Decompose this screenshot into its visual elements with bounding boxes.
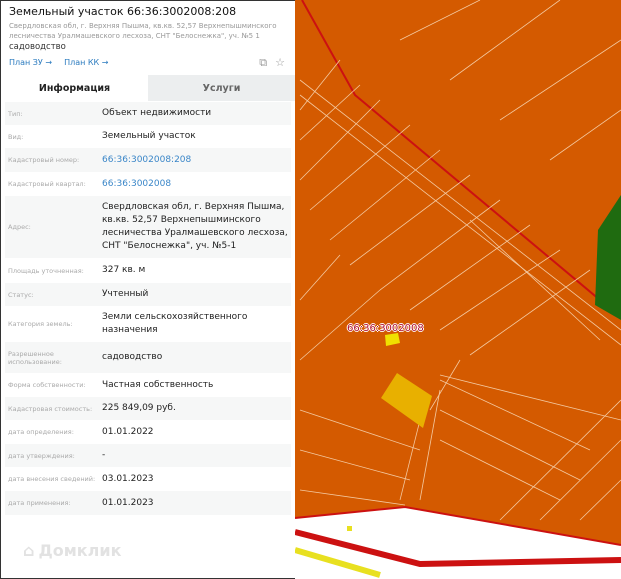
info-row: дата применения: 01.01.2023 <box>5 491 291 515</box>
row-label: Статус: <box>8 290 34 299</box>
row-value: 225 849,09 руб. <box>102 403 176 413</box>
tab-info[interactable]: Информация <box>1 75 148 101</box>
row-label: Кадастровый номер: <box>8 156 80 164</box>
info-row: Категория земель: Земли сельскохозяйствен… <box>5 306 291 342</box>
row-value: 01.01.2023 <box>102 497 154 508</box>
row-value: 01.01.2022 <box>102 426 154 437</box>
info-panel: Земельный участок 66:36:3002008:208 Свер… <box>0 0 295 579</box>
info-row: Адрес: Свердловская обл, г. Верхняя Пышма… <box>5 196 291 258</box>
row-label: Адрес: <box>8 223 31 231</box>
row-label: Кадастровый квартал: <box>8 180 86 188</box>
row-value: садоводство <box>102 352 163 362</box>
row-label: дата применения: <box>8 499 71 507</box>
row-value: Земли сельскохозяйственного назначения <box>102 312 248 335</box>
row-label: дата определения: <box>8 428 74 436</box>
info-row: Площадь уточненная: 327 кв. м <box>5 258 291 283</box>
search-document-icon[interactable]: ⧉ <box>259 56 267 70</box>
row-value: 03.01.2023 <box>102 473 154 484</box>
info-row: Тип: Объект недвижимости <box>5 102 291 125</box>
row-label: Вид: <box>8 132 24 141</box>
star-icon[interactable]: ☆ <box>275 56 285 70</box>
panel-title: Земельный участок 66:36:3002008:208 <box>9 5 237 18</box>
row-label: дата утверждения: <box>8 451 75 460</box>
row-value: Земельный участок <box>102 131 196 141</box>
quarter-label: 66:36:3002008 <box>347 323 424 334</box>
row-value[interactable]: 66:36:3002008 <box>102 178 291 191</box>
row-value: 327 кв. м <box>102 265 146 275</box>
row-value: Объект недвижимости <box>102 108 212 118</box>
row-label: Категория земель: <box>8 320 73 328</box>
row-label: Тип: <box>8 109 23 118</box>
info-row: Кадастровый квартал: 66:36:3002008 <box>5 172 291 196</box>
tab-services[interactable]: Услуги <box>148 75 295 101</box>
row-value: Учтенный <box>102 289 149 299</box>
info-table: Тип: Объект недвижимости Вид: Земельный уча… <box>5 102 291 515</box>
info-row: Кадастровый номер: 66:36:3002008:208 <box>5 148 291 172</box>
info-row: Форма собственности: Частная собственност… <box>5 373 291 397</box>
info-row: дата внесения сведений: 03.01.2023 <box>5 467 291 491</box>
row-value: Свердловская обл, г. Верхняя Пышма, кв.к… <box>102 202 288 251</box>
info-row: Статус: Учтенный <box>5 283 291 306</box>
row-label: Разрешенное использование: <box>8 349 62 366</box>
info-row: дата определения: 01.01.2022 <box>5 420 291 444</box>
row-value[interactable]: 66:36:3002008:208 <box>102 154 291 167</box>
domclick-logo: ⌂ Домклик <box>23 541 122 560</box>
plan-kk-link[interactable]: План КК → <box>64 58 108 67</box>
plan-zu-link[interactable]: План ЗУ → <box>9 58 52 67</box>
house-icon: ⌂ <box>23 541 35 560</box>
row-value: - <box>102 450 106 460</box>
row-label: Кадастровая стоимость: <box>8 404 93 413</box>
info-row: дата утверждения: - <box>5 444 291 467</box>
row-label: Площадь уточненная: <box>8 266 84 275</box>
row-label: Форма собственности: <box>8 381 86 389</box>
row-value: Частная собственность <box>102 379 214 390</box>
yellow-marker <box>347 526 352 531</box>
info-row: Разрешенное использование: садоводство <box>5 342 291 373</box>
info-row: Вид: Земельный участок <box>5 125 291 148</box>
info-row: Кадастровая стоимость: 225 849,09 руб. <box>5 397 291 420</box>
row-label: дата внесения сведений: <box>8 475 96 483</box>
header-address: Свердловская обл, г. Верхняя Пышма, кв.к… <box>9 22 277 40</box>
header-use: садоводство <box>9 42 66 52</box>
